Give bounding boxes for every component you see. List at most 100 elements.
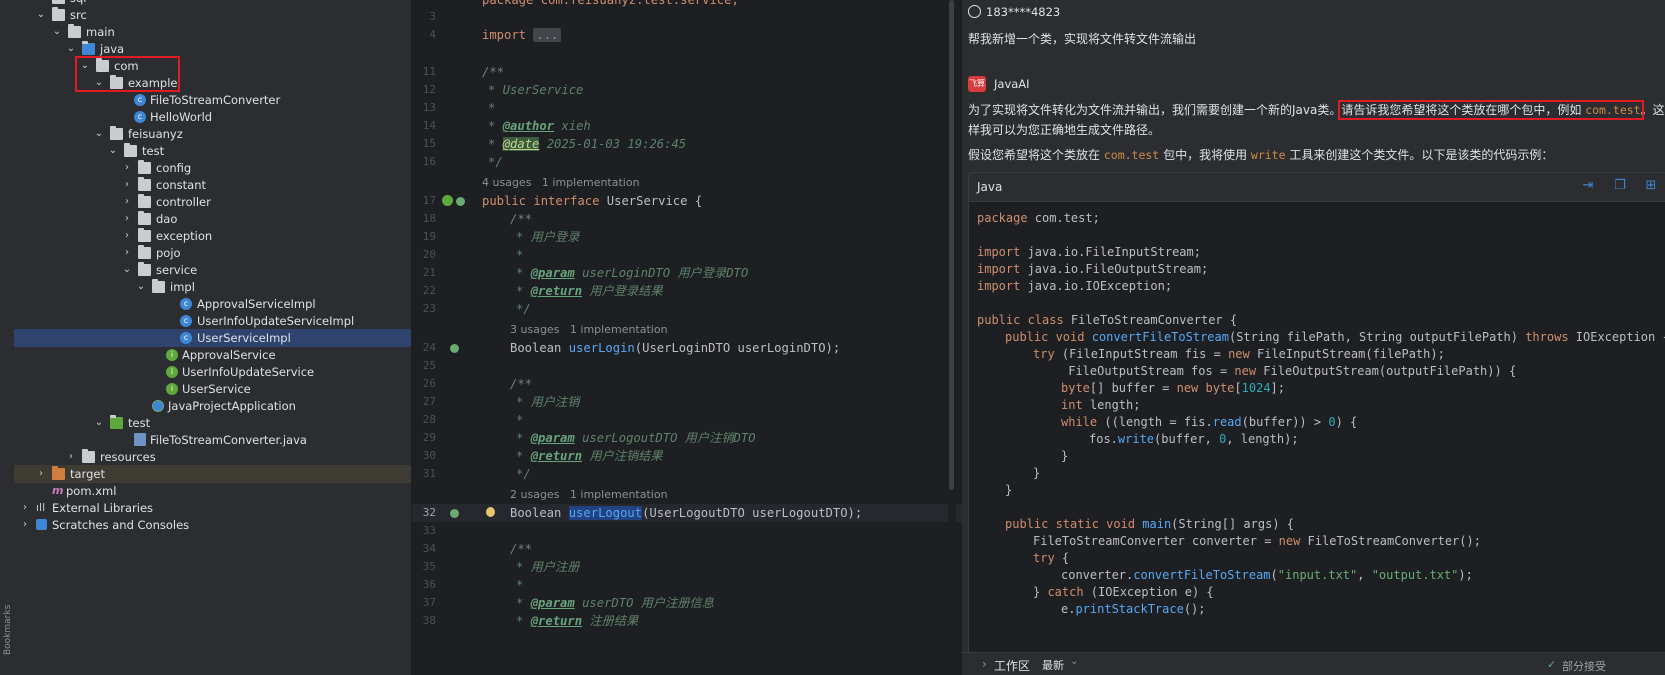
libraries-icon: ıll	[36, 501, 46, 514]
spring-boot-class-icon	[152, 400, 164, 412]
line-number: 13	[422, 101, 436, 114]
package-icon	[110, 126, 123, 140]
line-number: 18	[422, 212, 436, 225]
line-number: 37	[422, 596, 436, 609]
tree-item-userserviceimpl[interactable]: c UserServiceImpl	[14, 329, 411, 347]
implemented-icon[interactable]	[450, 509, 459, 518]
usages-hint[interactable]: 2 usages 1 implementation	[510, 486, 668, 504]
chevron-down-icon[interactable]: ⌄	[1070, 656, 1078, 667]
tree-item-main[interactable]: ⌄ main	[14, 23, 411, 41]
scratches-icon	[36, 519, 47, 530]
implemented-icon[interactable]	[456, 197, 465, 206]
package-icon	[138, 160, 151, 174]
tree-item-feisuanyz[interactable]: ⌄ feisuanyz	[14, 125, 411, 143]
spring-bean-icon[interactable]	[442, 195, 453, 206]
code-editor[interactable]: package com.feisuanyz.test.service; 3 4i…	[412, 0, 962, 675]
tree-item-com[interactable]: ⌄ com	[14, 57, 411, 75]
tree-item-config[interactable]: › config	[14, 159, 411, 177]
excluded-folder-icon	[52, 466, 65, 480]
line-number: 19	[422, 230, 436, 243]
tree-item-example[interactable]: ⌄ example	[14, 74, 411, 92]
tree-item-external-libraries[interactable]: › ıll External Libraries	[14, 499, 411, 517]
class-icon: c	[180, 332, 192, 344]
folder-icon	[68, 24, 81, 38]
line-number: 31	[422, 467, 436, 480]
tree-item-approvalserviceimpl[interactable]: c ApprovalServiceImpl	[14, 295, 411, 313]
package-icon	[138, 228, 151, 242]
lightbulb-icon[interactable]	[486, 507, 495, 517]
line-number: 21	[422, 266, 436, 279]
tree-item-helloworld[interactable]: c HelloWorld	[14, 108, 411, 126]
tree-item-scratches[interactable]: › Scratches and Consoles	[14, 516, 411, 534]
bookmarks-tab[interactable]: Bookmarks	[3, 605, 13, 655]
line-number: 33	[422, 524, 436, 537]
editor-scrollbar-thumb[interactable]	[949, 0, 954, 490]
tree-item-impl[interactable]: ⌄ impl	[14, 278, 411, 296]
tree-item-filetostreamconverter-java[interactable]: FileToStreamConverter.java	[14, 431, 411, 449]
line-number: 38	[422, 614, 436, 627]
expand-arrow-icon[interactable]: ›	[982, 657, 987, 671]
tree-item-userinfoupdateserviceimpl[interactable]: c UserInfoUpdateServiceImpl	[14, 312, 411, 330]
tree-item-filetostreamconverter[interactable]: c FileToStreamConverter	[14, 91, 411, 109]
tree-item-pojo[interactable]: › pojo	[14, 244, 411, 262]
tree-item-test-package[interactable]: ⌄ test	[14, 142, 411, 160]
tree-item-exception[interactable]: › exception	[14, 227, 411, 245]
source-folder-icon	[82, 41, 95, 55]
line-number: 35	[422, 560, 436, 573]
line-number: 25	[422, 359, 436, 372]
accept-status: 部分接受	[1562, 660, 1606, 673]
code-block: Java ⇥ ❐ ⊞ package com.test; import java…	[968, 172, 1665, 654]
tree-item-pom-xml[interactable]: m pom.xml	[14, 482, 411, 500]
tree-item-resources[interactable]: › resources	[14, 448, 411, 466]
ai-paragraph-1-cont: 样我可以为您正确地生成文件路径。	[968, 123, 1161, 137]
insert-at-cursor-icon[interactable]: ⇥	[1581, 179, 1595, 193]
package-icon	[138, 245, 151, 259]
implemented-icon[interactable]	[450, 344, 459, 353]
ai-chat-panel: 183****4823 帮我新增一个类，实现将文件转文件流输出 飞算 JavaA…	[962, 0, 1665, 675]
workspace-tab[interactable]: 工作区	[994, 657, 1030, 674]
check-icon: ✓	[1547, 658, 1557, 671]
tree-item-controller[interactable]: › controller	[14, 193, 411, 211]
line-number: 22	[422, 284, 436, 297]
ai-paragraph-2: 假设您希望将这个类放在 com.test 包中，我将使用 write 工具来创建…	[968, 148, 1554, 162]
copy-icon[interactable]: ❐	[1613, 179, 1627, 193]
tool-window-strip: Bookmarks	[0, 0, 15, 675]
tree-item-target[interactable]: › target	[14, 465, 411, 483]
tree-item-java[interactable]: ⌄ java	[14, 40, 411, 58]
package-icon	[138, 262, 151, 276]
tree-item-src[interactable]: ⌄ src	[14, 6, 411, 24]
usages-hint[interactable]: 4 usages 1 implementation	[482, 174, 640, 192]
tree-item-service[interactable]: ⌄ service	[14, 261, 411, 279]
java-file-icon	[134, 433, 146, 446]
tree-item-userinfoupdateservice[interactable]: i UserInfoUpdateService	[14, 363, 411, 381]
tree-item-constant[interactable]: › constant	[14, 176, 411, 194]
new-file-icon[interactable]: ⊞	[1644, 179, 1658, 193]
folder-icon	[52, 0, 65, 4]
class-icon: c	[134, 94, 146, 106]
class-icon: c	[180, 315, 192, 327]
ai-paragraph-1: 为了实现将文件转化为文件流并输出，我们需要创建一个新的Java类。请告诉我您希望…	[968, 100, 1665, 120]
line-number: 28	[422, 413, 436, 426]
package-icon	[138, 177, 151, 191]
user-message: 帮我新增一个类，实现将文件转文件流输出	[968, 32, 1197, 46]
usages-hint[interactable]: 3 usages 1 implementation	[510, 321, 668, 339]
chat-footer: › 工作区 最新 ⌄ ✓ 部分接受	[962, 652, 1665, 675]
line-number: 30	[422, 449, 436, 462]
tree-item-userservice[interactable]: i UserService	[14, 380, 411, 398]
latest-dropdown[interactable]: 最新	[1042, 657, 1064, 673]
tree-item-javaprojectapplication[interactable]: JavaProjectApplication	[14, 397, 411, 415]
line-number: 15	[422, 137, 436, 150]
folded-imports[interactable]: ...	[533, 28, 562, 42]
maven-file-icon: m	[52, 484, 64, 497]
line-number: 23	[422, 302, 436, 315]
tree-item-test-folder[interactable]: ⌄ test	[14, 414, 411, 432]
code-block-header: Java ⇥ ❐ ⊞	[969, 173, 1665, 202]
class-icon: c	[180, 298, 192, 310]
user-name: 183****4823	[986, 5, 1061, 19]
ai-name: JavaAI	[994, 77, 1030, 91]
test-folder-icon	[110, 415, 123, 429]
line-number: 34	[422, 542, 436, 555]
tree-item-approvalservice[interactable]: i ApprovalService	[14, 346, 411, 364]
line-number: 3	[429, 10, 436, 23]
tree-item-dao[interactable]: › dao	[14, 210, 411, 228]
